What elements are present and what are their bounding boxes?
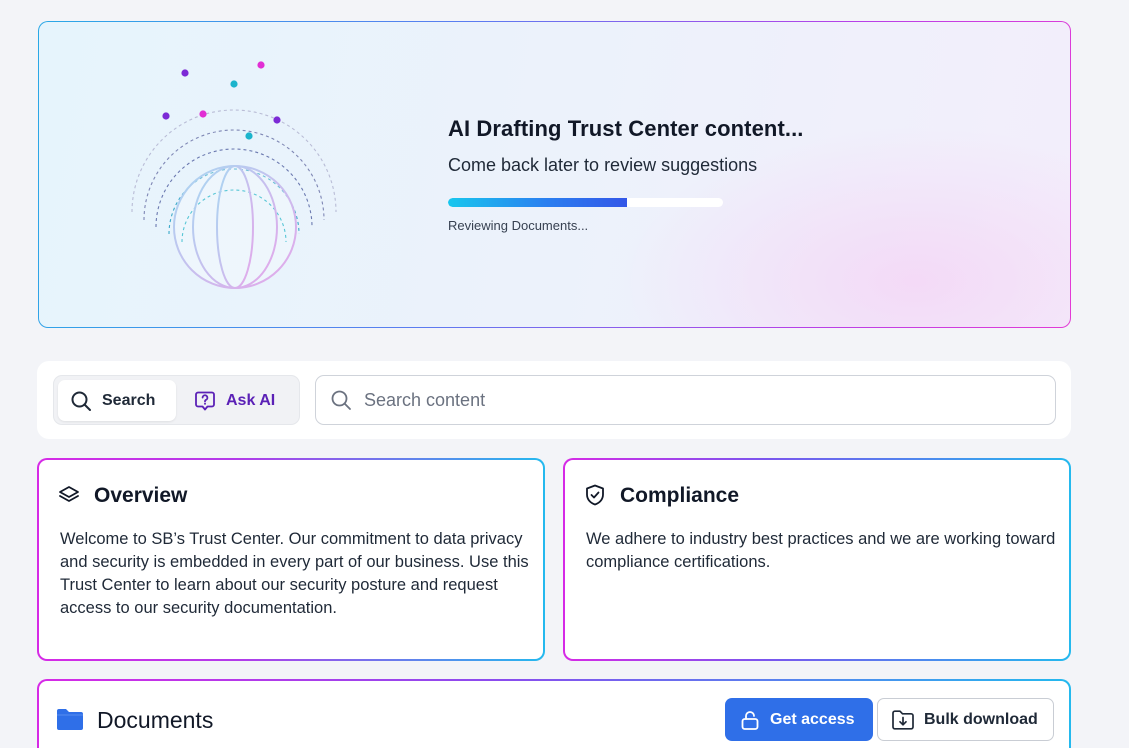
compliance-body: We adhere to industry best practices and…: [586, 530, 1056, 571]
documents-title: Documents: [97, 707, 214, 733]
globe-signal-illustration: [131, 61, 337, 289]
overview-body: Welcome to SB’s Trust Center. Our commit…: [60, 530, 529, 617]
bulk-download-label: Bulk download: [924, 710, 1038, 728]
overview-card: Overview Welcome to SB’s Trust Center. O…: [37, 458, 545, 661]
shield-check-icon: [586, 484, 604, 506]
progress-status: Reviewing Documents...: [448, 218, 589, 233]
get-access-button[interactable]: Get access: [725, 698, 873, 741]
folder-download-icon: [892, 709, 914, 730]
ai-drafting-banner: AI Drafting Trust Center content... Come…: [38, 21, 1071, 328]
banner-subtitle: Come back later to review suggestions: [448, 155, 758, 175]
banner-title: AI Drafting Trust Center content...: [448, 116, 804, 141]
drafting-progress-bar: [448, 198, 723, 207]
documents-card: Documents Get access Bulk download: [37, 679, 1071, 748]
lock-icon: [741, 710, 759, 730]
compliance-title: Compliance: [620, 484, 740, 507]
search-box[interactable]: [315, 375, 1056, 425]
ask-ai-button[interactable]: Ask AI: [182, 380, 294, 421]
search-mode-toggle: Search Ask AI: [53, 375, 300, 425]
layers-icon: [59, 486, 79, 502]
search-mode-label: Search: [102, 391, 156, 409]
search-icon: [71, 391, 91, 411]
overview-title: Overview: [94, 484, 188, 507]
search-input[interactable]: [364, 389, 1055, 411]
search-panel: Search Ask AI: [37, 361, 1071, 439]
get-access-label: Get access: [770, 710, 855, 728]
question-bubble-icon: [195, 391, 215, 410]
folder-icon: [57, 709, 83, 730]
bulk-download-button[interactable]: Bulk download: [877, 698, 1054, 741]
compliance-card: Compliance We adhere to industry best pr…: [563, 458, 1071, 661]
search-mode-button[interactable]: Search: [58, 380, 176, 421]
progress-fill: [448, 198, 627, 207]
ask-ai-label: Ask AI: [226, 391, 276, 409]
search-icon: [331, 390, 351, 410]
